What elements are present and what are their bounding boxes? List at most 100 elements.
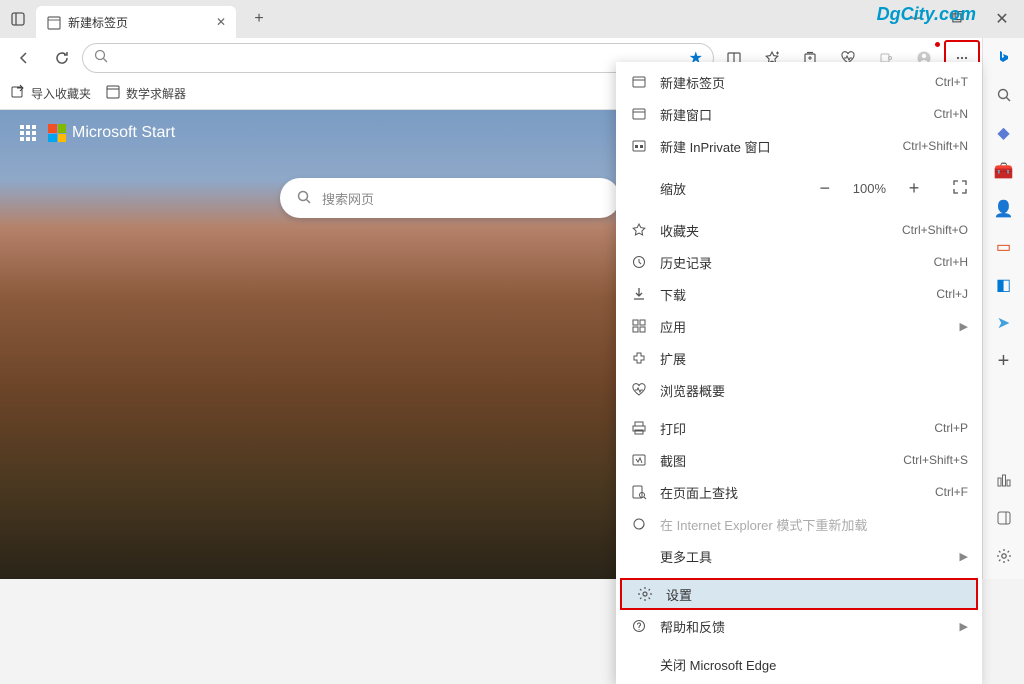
sidebar-toggle-icon[interactable] bbox=[993, 507, 1015, 529]
sidebar-settings-icon[interactable] bbox=[993, 545, 1015, 567]
sidebar-performance-icon[interactable] bbox=[993, 469, 1015, 491]
edge-sidebar: ◆ 🧰 👤 ▭ ◧ ➤ + bbox=[982, 38, 1024, 579]
bookmark-item[interactable]: 数学求解器 bbox=[105, 84, 186, 103]
extensions-icon bbox=[630, 350, 648, 366]
import-favorites-button[interactable]: 导入收藏夹 bbox=[10, 84, 91, 103]
new-window-icon bbox=[630, 106, 648, 122]
search-placeholder: 搜索网页 bbox=[322, 189, 374, 208]
menu-more-tools[interactable]: 更多工具 ▶ bbox=[616, 540, 982, 572]
menu-new-window[interactable]: 新建窗口Ctrl+N bbox=[616, 98, 982, 130]
tab-actions-button[interactable] bbox=[0, 0, 36, 38]
inprivate-icon bbox=[630, 138, 648, 154]
titlebar: 新建标签页 ✕ + ─ ✕ bbox=[0, 0, 1024, 38]
menu-close-edge[interactable]: 关闭 Microsoft Edge bbox=[616, 648, 982, 680]
web-search-box[interactable]: 搜索网页 bbox=[280, 178, 620, 218]
print-icon bbox=[630, 420, 648, 436]
menu-shortcut: Ctrl+Shift+S bbox=[903, 453, 968, 467]
menu-label: 关闭 Microsoft Edge bbox=[660, 655, 968, 674]
sidebar-bing-icon[interactable] bbox=[993, 46, 1015, 68]
menu-favorites[interactable]: 收藏夹 Ctrl+Shift+O bbox=[616, 214, 982, 246]
ie-icon bbox=[630, 516, 648, 532]
menu-label: 截图 bbox=[660, 451, 891, 470]
browser-tab[interactable]: 新建标签页 ✕ bbox=[36, 6, 236, 38]
sidebar-search-icon[interactable] bbox=[993, 84, 1015, 106]
close-tab-icon[interactable]: ✕ bbox=[216, 15, 226, 29]
fullscreen-button[interactable] bbox=[952, 179, 968, 198]
menu-label: 更多工具 bbox=[660, 547, 948, 566]
find-icon bbox=[630, 484, 648, 500]
pulse-icon bbox=[630, 382, 648, 398]
menu-extensions[interactable]: 扩展 bbox=[616, 342, 982, 374]
page-icon bbox=[105, 84, 121, 103]
menu-shortcut: Ctrl+T bbox=[935, 75, 968, 89]
settings-menu: 新建标签页 Ctrl+T 新建窗口Ctrl+N 新建 InPrivate 窗口 Ct… bbox=[616, 62, 982, 684]
import-favorites-label: 导入收藏夹 bbox=[31, 85, 91, 102]
search-icon bbox=[93, 48, 109, 69]
address-input[interactable] bbox=[117, 51, 681, 66]
refresh-button[interactable] bbox=[44, 40, 80, 76]
app-launcher-icon[interactable] bbox=[20, 125, 36, 141]
menu-label: 扩展 bbox=[660, 349, 968, 368]
menu-label: 在页面上查找 bbox=[660, 483, 923, 502]
new-tab-icon bbox=[630, 74, 648, 90]
chevron-right-icon: ▶ bbox=[960, 550, 968, 563]
menu-label: 应用 bbox=[660, 317, 948, 336]
menu-new-inprivate[interactable]: 新建 InPrivate 窗口 Ctrl+Shift+N bbox=[616, 130, 982, 162]
menu-label: 历史记录 bbox=[660, 253, 922, 272]
microsoft-start-logo[interactable]: Microsoft Start bbox=[48, 124, 175, 142]
search-icon bbox=[296, 189, 312, 208]
sidebar-add-button[interactable]: + bbox=[993, 350, 1015, 372]
menu-label: 新建窗口 bbox=[660, 105, 922, 124]
bookmark-label: 数学求解器 bbox=[126, 85, 186, 102]
menu-label: 帮助和反馈 bbox=[660, 617, 948, 636]
menu-shortcut: Ctrl+H bbox=[934, 255, 968, 269]
sidebar-games-icon[interactable]: 👤 bbox=[993, 198, 1015, 220]
zoom-out-button[interactable]: − bbox=[815, 178, 835, 198]
menu-shortcut: Ctrl+Shift+O bbox=[902, 223, 968, 237]
menu-help[interactable]: 帮助和反馈 ▶ bbox=[616, 610, 982, 642]
brand-text: Microsoft Start bbox=[72, 124, 175, 142]
menu-essentials[interactable]: 浏览器概要 bbox=[616, 374, 982, 406]
close-window-button[interactable]: ✕ bbox=[980, 0, 1024, 38]
menu-shortcut: Ctrl+J bbox=[936, 287, 968, 301]
new-tab-button[interactable]: + bbox=[244, 4, 274, 34]
microsoft-logo-icon bbox=[48, 124, 66, 142]
chevron-right-icon: ▶ bbox=[960, 620, 968, 633]
menu-screenshot[interactable]: 截图 Ctrl+Shift+S bbox=[616, 444, 982, 476]
menu-label: 下载 bbox=[660, 285, 924, 304]
watermark-text: DgCity.com bbox=[877, 4, 976, 25]
menu-label: 收藏夹 bbox=[660, 221, 890, 240]
menu-shortcut: Ctrl+P bbox=[934, 421, 968, 435]
back-button[interactable] bbox=[6, 40, 42, 76]
menu-downloads[interactable]: 下载 Ctrl+J bbox=[616, 278, 982, 310]
menu-shortcut: Ctrl+F bbox=[935, 485, 968, 499]
sidebar-shopping-icon[interactable]: ◆ bbox=[993, 122, 1015, 144]
download-icon bbox=[630, 286, 648, 302]
menu-find[interactable]: 在页面上查找 Ctrl+F bbox=[616, 476, 982, 508]
chevron-right-icon: ▶ bbox=[960, 320, 968, 333]
menu-print[interactable]: 打印 Ctrl+P bbox=[616, 412, 982, 444]
menu-apps[interactable]: 应用 ▶ bbox=[616, 310, 982, 342]
menu-label: 浏览器概要 bbox=[660, 381, 968, 400]
sidebar-outlook-icon[interactable]: ◧ bbox=[993, 274, 1015, 296]
menu-label: 新建标签页 bbox=[660, 73, 923, 92]
tab-page-icon bbox=[46, 15, 60, 29]
menu-ie-mode: 在 Internet Explorer 模式下重新加载 bbox=[616, 508, 982, 540]
screenshot-icon bbox=[630, 452, 648, 468]
sidebar-tools-icon[interactable]: 🧰 bbox=[993, 160, 1015, 182]
menu-label: 在 Internet Explorer 模式下重新加载 bbox=[660, 515, 968, 534]
menu-label: 设置 bbox=[666, 585, 962, 604]
menu-history[interactable]: 历史记录 Ctrl+H bbox=[616, 246, 982, 278]
menu-label: 打印 bbox=[660, 419, 922, 438]
menu-label: 新建 InPrivate 窗口 bbox=[660, 137, 891, 156]
zoom-in-button[interactable]: + bbox=[904, 178, 924, 198]
menu-settings[interactable]: 设置 bbox=[620, 578, 978, 610]
help-icon bbox=[630, 618, 648, 634]
history-icon bbox=[630, 254, 648, 270]
menu-new-tab[interactable]: 新建标签页 Ctrl+T bbox=[616, 66, 982, 98]
header-area: Microsoft Start bbox=[20, 124, 175, 142]
zoom-value: 100% bbox=[853, 181, 886, 196]
sidebar-office-icon[interactable]: ▭ bbox=[993, 236, 1015, 258]
menu-shortcut: Ctrl+Shift+N bbox=[903, 139, 968, 153]
sidebar-send-icon[interactable]: ➤ bbox=[993, 312, 1015, 334]
